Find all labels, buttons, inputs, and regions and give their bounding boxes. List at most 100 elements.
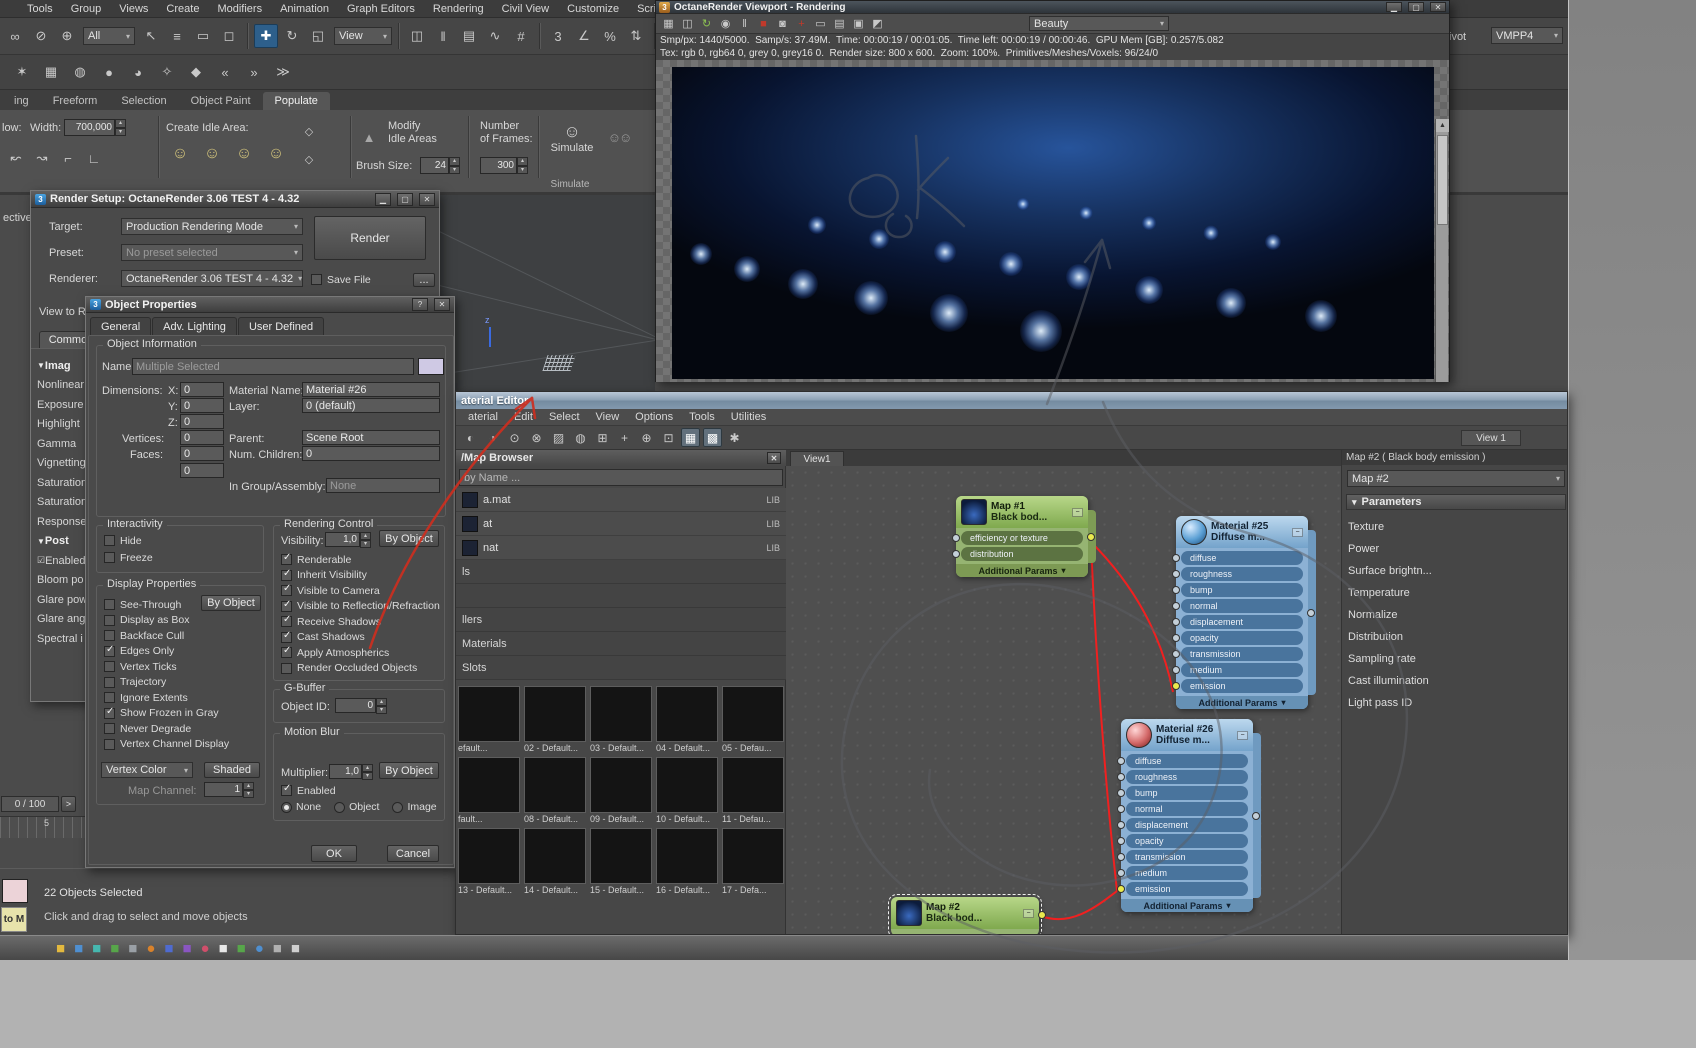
display-by-object-button[interactable]: By Object xyxy=(201,595,261,611)
display-property-checkbox[interactable]: Vertex Channel Display xyxy=(104,737,229,753)
input-pin[interactable] xyxy=(1117,853,1125,861)
taskbar-app-icon[interactable]: ■ xyxy=(164,941,173,956)
angle-snap-icon[interactable]: ∠ xyxy=(572,24,596,48)
taskbar-app-icon[interactable]: ■ xyxy=(273,941,282,956)
layer-field[interactable]: 0 (default) xyxy=(302,398,440,413)
menu-item[interactable]: Group xyxy=(62,3,111,15)
taskbar-app-icon[interactable]: ■ xyxy=(219,941,228,956)
material-name-field[interactable]: Material #26 xyxy=(302,382,440,397)
ribbon-tab[interactable]: Populate xyxy=(262,92,330,110)
render-pass-dropdown[interactable]: Beauty xyxy=(1029,16,1169,31)
render-control-checkbox[interactable]: Renderable xyxy=(281,552,440,568)
input-pin[interactable] xyxy=(1172,634,1180,642)
node-input-row[interactable]: normal xyxy=(1117,802,1248,816)
browser-section-row[interactable]: Materials xyxy=(456,632,786,656)
mirror-icon[interactable]: ◫ xyxy=(405,24,429,48)
taskbar-app-icon[interactable]: ● xyxy=(201,941,210,956)
menu-item[interactable]: View xyxy=(588,411,628,423)
material-slot[interactable]: 05 - Defau... xyxy=(722,686,784,753)
input-pin[interactable] xyxy=(1172,666,1180,674)
slot-thumbnail[interactable] xyxy=(656,757,718,813)
grid-toggle-icon[interactable]: ▦ xyxy=(681,428,700,447)
render-control-checkbox[interactable]: Visible to Reflection/Refraction xyxy=(281,599,440,615)
brush-size-spinner[interactable]: 24 xyxy=(420,157,460,174)
put-material-icon[interactable]: ◑ xyxy=(483,428,502,447)
simulate-options-icon[interactable] xyxy=(604,124,634,150)
input-pin[interactable] xyxy=(1172,618,1180,626)
dimension-x-field[interactable]: 0 xyxy=(180,382,224,397)
lock-resolution-icon[interactable]: ◉ xyxy=(717,15,734,32)
motion-blur-enabled-checkbox[interactable]: Enabled xyxy=(281,783,336,799)
menu-item[interactable]: Create xyxy=(157,3,208,15)
viewport-label[interactable]: ective xyxy=(3,212,32,224)
taskbar-app-icon[interactable]: ■ xyxy=(237,941,246,956)
layout-all-icon[interactable]: ⊞ xyxy=(593,428,612,447)
point-icon[interactable]: ● xyxy=(97,60,121,84)
render-setup-titlebar[interactable]: Render Setup: OctaneRender 3.06 TEST 4 -… xyxy=(31,191,439,208)
node-input-row[interactable]: medium xyxy=(1172,663,1303,677)
slot-thumbnail[interactable] xyxy=(656,828,718,884)
slot-thumbnail[interactable] xyxy=(458,828,520,884)
node-input-row[interactable]: opacity xyxy=(1117,834,1248,848)
input-pin[interactable] xyxy=(1117,821,1125,829)
node-input-row[interactable]: emission xyxy=(1172,679,1303,693)
dialog-tab[interactable]: Adv. Lighting xyxy=(152,317,237,335)
input-pin[interactable] xyxy=(1172,682,1180,690)
node-input-row[interactable]: medium xyxy=(1117,866,1248,880)
menu-item[interactable]: Civil View xyxy=(493,3,558,15)
image-settings-icon[interactable]: ▣ xyxy=(850,15,867,32)
teapot-icon[interactable]: ◕ xyxy=(126,60,150,84)
material-slot[interactable]: 14 - Default... xyxy=(524,828,586,895)
map-selector-dropdown[interactable]: Map #2 xyxy=(1347,470,1565,487)
menu-item[interactable]: Select xyxy=(541,411,588,423)
help-icon[interactable] xyxy=(412,298,428,311)
extra-count-field[interactable]: 0 xyxy=(180,463,224,478)
taskbar-app-icon[interactable]: ■ xyxy=(56,941,65,956)
material-slot[interactable]: 09 - Default... xyxy=(590,757,652,824)
viewport[interactable]: z xyxy=(440,195,655,391)
node-input-row[interactable]: efficiency or texture xyxy=(952,531,1083,545)
material-slot[interactable]: 11 - Defau... xyxy=(722,757,784,824)
material-slot[interactable]: 10 - Default... xyxy=(656,757,718,824)
idle-area-group-icon[interactable]: ☺ xyxy=(232,142,256,166)
zoom-region-icon[interactable]: ⊡ xyxy=(659,428,678,447)
cancel-button[interactable]: Cancel xyxy=(387,845,439,862)
copy-to-clipboard-icon[interactable]: ◫ xyxy=(679,15,696,32)
slot-thumbnail[interactable] xyxy=(590,686,652,742)
preset-dropdown[interactable]: No preset selected xyxy=(121,244,303,261)
render-control-checkbox[interactable]: Render Occluded Objects xyxy=(281,661,440,677)
select-and-move-icon[interactable]: ✚ xyxy=(254,24,278,48)
map-channel-spinner[interactable]: 1 xyxy=(204,782,254,798)
node-input-row[interactable]: diffuse xyxy=(1117,754,1248,768)
in-group-field[interactable]: None xyxy=(326,478,440,493)
input-pin[interactable] xyxy=(1117,805,1125,813)
monitor-icon[interactable]: ▭ xyxy=(812,15,829,32)
library-item[interactable]: nat LIB xyxy=(456,536,786,560)
timeline-ruler[interactable] xyxy=(0,816,86,838)
slot-thumbnail[interactable] xyxy=(722,757,784,813)
motion-blur-radio[interactable]: Image xyxy=(392,801,437,813)
save-image-icon[interactable]: ▦ xyxy=(660,15,677,32)
additional-params[interactable]: Additional Params xyxy=(1121,899,1253,912)
node-material-25[interactable]: Material #25Diffuse m... diffuseroughnes… xyxy=(1172,516,1316,709)
next-frame-button[interactable]: > xyxy=(61,796,76,812)
play-clip-icon[interactable]: » xyxy=(242,60,266,84)
curve-editor-icon[interactable]: ∿ xyxy=(483,24,507,48)
scrollbar-thumb[interactable] xyxy=(1437,135,1448,225)
collapse-icon[interactable] xyxy=(1237,730,1248,740)
render-control-checkbox[interactable]: Apply Atmospherics xyxy=(281,645,440,661)
material-slot[interactable]: 04 - Default... xyxy=(656,686,718,753)
output-pin[interactable] xyxy=(1038,911,1046,919)
close-icon[interactable] xyxy=(434,298,450,311)
slot-thumbnail[interactable] xyxy=(524,757,586,813)
select-object-icon[interactable]: ↖ xyxy=(139,24,163,48)
browser-section-row[interactable]: ls xyxy=(456,560,786,584)
vertices-field[interactable]: 0 xyxy=(180,430,224,445)
display-property-checkbox[interactable]: Edges Only xyxy=(104,644,229,660)
search-input[interactable]: by Name ... xyxy=(459,469,783,486)
slot-thumbnail[interactable] xyxy=(458,686,520,742)
simulate-button[interactable]: Simulate xyxy=(544,114,600,162)
delete-node-icon[interactable]: ⊗ xyxy=(527,428,546,447)
material-picker-icon[interactable]: + xyxy=(793,15,810,32)
input-pin[interactable] xyxy=(1117,789,1125,797)
